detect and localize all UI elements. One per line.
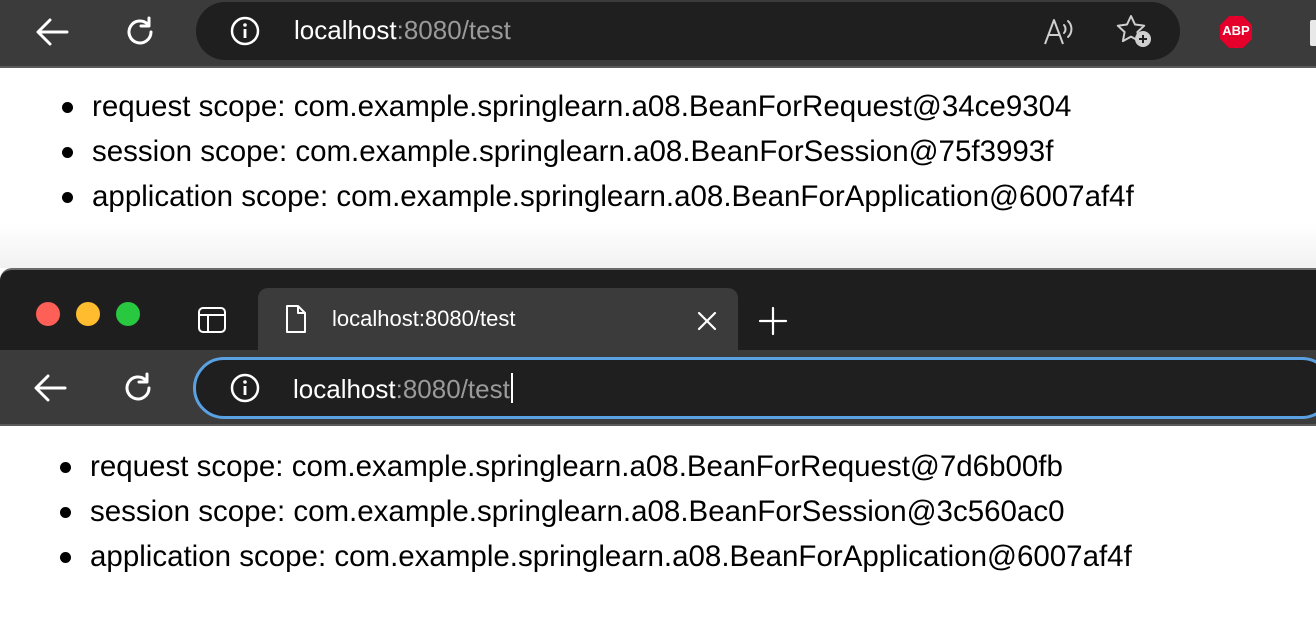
bottom-page-content: request scope: com.example.springlearn.a… bbox=[0, 428, 1316, 624]
tab-close-button[interactable] bbox=[692, 306, 722, 336]
text-caret bbox=[510, 373, 513, 403]
url-host: localhost bbox=[294, 15, 397, 45]
address-bar[interactable]: localhost:8080/test bbox=[196, 2, 1180, 60]
tab-title: localhost:8080/test bbox=[332, 306, 516, 331]
top-page-content: request scope: com.example.springlearn.a… bbox=[0, 70, 1316, 268]
session-scope-item: session scope: com.example.springlearn.a… bbox=[62, 132, 1134, 177]
session-scope-item: session scope: com.example.springlearn.a… bbox=[60, 492, 1132, 537]
sidebar-icon bbox=[198, 307, 226, 333]
window-close-button[interactable] bbox=[36, 302, 60, 326]
reload-button[interactable] bbox=[116, 366, 160, 410]
adblock-plus-label: ABP bbox=[1222, 23, 1250, 38]
address-bar-focused[interactable]: localhost:8080/test bbox=[193, 357, 1316, 419]
request-scope-item: request scope: com.example.springlearn.a… bbox=[60, 447, 1132, 492]
tab-active[interactable]: localhost:8080/test bbox=[258, 288, 738, 352]
page-icon bbox=[286, 305, 306, 333]
application-scope-item: application scope: com.example.springlea… bbox=[60, 537, 1132, 582]
url-path: :8080/test bbox=[396, 15, 511, 45]
application-scope-item: application scope: com.example.springlea… bbox=[62, 177, 1134, 222]
add-favorite-icon bbox=[1116, 15, 1151, 47]
reload-icon bbox=[127, 16, 153, 45]
bottom-toolbar: localhost:8080/test bbox=[0, 350, 1316, 426]
new-tab-icon bbox=[758, 306, 788, 336]
read-aloud-icon bbox=[1044, 19, 1073, 45]
sidebar-toggle-button[interactable] bbox=[194, 304, 230, 336]
back-arrow-icon bbox=[34, 374, 67, 402]
address-url: localhost:8080/test bbox=[293, 373, 513, 405]
info-icon[interactable] bbox=[230, 16, 260, 46]
url-host: localhost bbox=[293, 374, 396, 404]
close-icon bbox=[697, 311, 717, 331]
url-path: :8080/test bbox=[395, 374, 510, 404]
window-zoom-button[interactable] bbox=[116, 302, 140, 326]
new-tab-button[interactable] bbox=[756, 304, 790, 338]
adblock-plus-button[interactable]: ABP bbox=[1218, 14, 1254, 50]
add-favorite-button[interactable] bbox=[1114, 12, 1154, 50]
address-url: localhost:8080/test bbox=[294, 15, 511, 46]
window-minimize-button[interactable] bbox=[76, 302, 100, 326]
bottom-browser-window: localhost:8080/test localhost:8080/test … bbox=[0, 268, 1316, 624]
reload-icon bbox=[125, 372, 151, 401]
top-browser-window: localhost:8080/test ABP request scope: c… bbox=[0, 0, 1316, 268]
tab-strip: localhost:8080/test bbox=[0, 268, 1316, 352]
back-button[interactable] bbox=[30, 12, 74, 52]
reload-button[interactable] bbox=[118, 10, 162, 54]
back-button[interactable] bbox=[28, 368, 72, 408]
top-toolbar: localhost:8080/test ABP bbox=[0, 0, 1316, 68]
top-bean-list: request scope: com.example.springlearn.a… bbox=[62, 87, 1134, 222]
read-aloud-button[interactable] bbox=[1040, 13, 1078, 49]
back-arrow-icon bbox=[36, 18, 69, 46]
request-scope-item: request scope: com.example.springlearn.a… bbox=[62, 87, 1134, 132]
info-icon[interactable] bbox=[230, 373, 260, 403]
bottom-bean-list: request scope: com.example.springlearn.a… bbox=[60, 447, 1132, 582]
toolbar-overflow-edge bbox=[1310, 20, 1316, 46]
